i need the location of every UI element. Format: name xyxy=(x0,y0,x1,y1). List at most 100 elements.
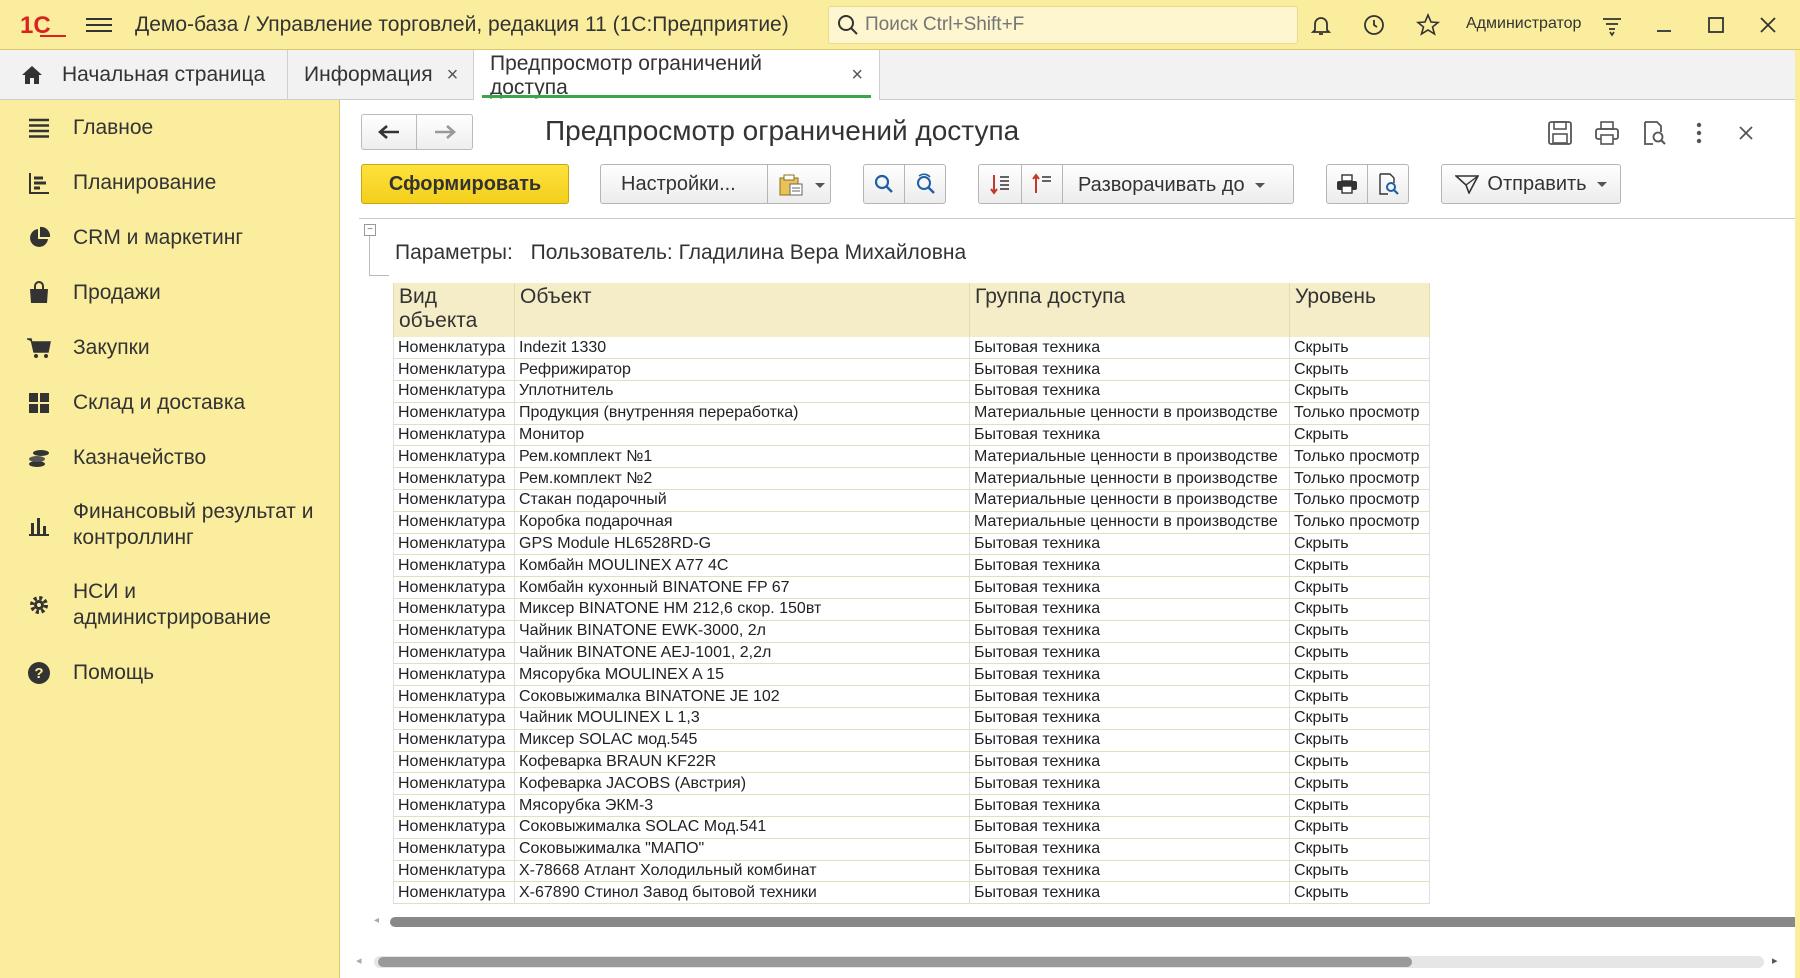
table-row[interactable]: Номенклатура Коробка подарочная Материальн… xyxy=(393,511,1430,534)
table-cell[interactable]: Номенклатура xyxy=(393,554,515,578)
table-row[interactable]: Номенклатура Комбайн MOULINEX A77 4C Бытов… xyxy=(393,554,1430,578)
sidebar-item-main[interactable]: Главное xyxy=(0,100,339,155)
table-cell[interactable]: Бытовая техника xyxy=(969,860,1290,883)
table-row[interactable]: Номенклатура Соковыжималка "МАПО" Бытовая … xyxy=(393,838,1430,861)
find-button[interactable] xyxy=(863,164,905,204)
sidebar-item-admin[interactable]: НСИ и администрирование xyxy=(0,565,339,645)
table-row[interactable]: Номенклатура Монитор Бытовая техника Скрыть xyxy=(393,424,1430,447)
form-horizontal-scrollbar-thumb[interactable] xyxy=(378,957,1412,967)
table-row[interactable]: Номенклатура Уплотнитель Бытовая техника Ск… xyxy=(393,380,1430,403)
table-cell[interactable]: Соковыжималка SOLAC Мод.541 xyxy=(514,816,970,839)
group-collapse-toggle[interactable]: − xyxy=(364,224,376,236)
table-cell[interactable]: Бытовая техника xyxy=(969,642,1290,665)
table-cell[interactable]: Номенклатура xyxy=(393,685,515,709)
table-cell[interactable]: Х-67890 Стинол Завод бытовой техники xyxy=(514,881,970,905)
table-cell[interactable]: Чайник BINATONE EWK-3000, 2л xyxy=(514,620,970,643)
sidebar-item-purchases[interactable]: Закупки xyxy=(0,320,339,375)
table-cell[interactable]: Соковыжималка BINATONE JE 102 xyxy=(514,685,970,709)
star-icon[interactable] xyxy=(1414,11,1442,39)
scroll-right-icon[interactable]: ▸ xyxy=(1772,954,1778,967)
table-cell[interactable]: Номенклатура xyxy=(393,402,515,425)
user-name[interactable]: Администратор xyxy=(1466,15,1581,33)
table-cell[interactable]: Номенклатура xyxy=(393,467,515,491)
table-row[interactable]: Номенклатура Продукция (внутренняя перера… xyxy=(393,402,1430,425)
close-form-icon[interactable] xyxy=(1731,118,1761,148)
sidebar-item-help[interactable]: ? Помощь xyxy=(0,645,339,700)
table-cell[interactable]: Номенклатура xyxy=(393,838,515,861)
table-cell[interactable]: Бытовая техника xyxy=(969,620,1290,643)
table-cell[interactable]: Бытовая техника xyxy=(969,838,1290,861)
tab-home[interactable]: Начальная страница xyxy=(0,50,288,100)
find-next-button[interactable] xyxy=(904,164,946,204)
app-logo[interactable]: 1С xyxy=(20,11,68,39)
table-cell[interactable]: Номенклатура xyxy=(393,751,515,774)
sidebar-item-finance[interactable]: Финансовый результат и контроллинг xyxy=(0,485,339,565)
table-cell[interactable]: Скрыть xyxy=(1289,663,1430,687)
table-cell[interactable]: GPS Module HL6528RD-G xyxy=(514,533,970,556)
table-cell[interactable]: Indezit 1330 xyxy=(514,337,970,360)
table-cell[interactable]: Только просмотр xyxy=(1289,445,1430,469)
report-horizontal-scrollbar[interactable] xyxy=(390,917,1800,927)
table-cell[interactable]: Чайник MOULINEX L 1,3 xyxy=(514,707,970,730)
sidebar-item-sales[interactable]: Продажи xyxy=(0,265,339,320)
table-cell[interactable]: Продукция (внутренняя переработка) xyxy=(514,402,970,425)
table-cell[interactable]: Номенклатура xyxy=(393,511,515,534)
table-cell[interactable]: Номенклатура xyxy=(393,424,515,447)
table-cell[interactable]: Комбайн кухонный BINATONE FP 67 xyxy=(514,576,970,600)
table-cell[interactable]: Бытовая техника xyxy=(969,424,1290,447)
report-document[interactable]: − Параметры: Пользователь: Гладилина Вер… xyxy=(359,218,1800,958)
table-cell[interactable]: Скрыть xyxy=(1289,554,1430,578)
table-cell[interactable]: Мясорубка ЭКМ-3 xyxy=(514,794,970,818)
table-row[interactable]: Номенклатура Миксер SOLAC мод.545 Бытовая … xyxy=(393,729,1430,752)
table-cell[interactable]: Номенклатура xyxy=(393,380,515,403)
table-cell[interactable]: Скрыть xyxy=(1289,576,1430,600)
history-icon[interactable] xyxy=(1360,11,1388,39)
table-cell[interactable]: Бытовая техника xyxy=(969,729,1290,752)
table-cell[interactable]: Скрыть xyxy=(1289,729,1430,752)
table-cell[interactable]: Номенклатура xyxy=(393,598,515,621)
table-cell[interactable]: Стакан подарочный xyxy=(514,489,970,512)
table-cell[interactable]: Бытовая техника xyxy=(969,533,1290,556)
table-cell[interactable]: Скрыть xyxy=(1289,642,1430,665)
table-row[interactable]: Номенклатура Рем.комплект №2 Материальные … xyxy=(393,467,1430,491)
table-cell[interactable]: Уплотнитель xyxy=(514,380,970,403)
table-cell[interactable]: Номенклатура xyxy=(393,576,515,600)
table-row[interactable]: Номенклатура Рем.комплект №1 Материальные … xyxy=(393,445,1430,469)
table-cell[interactable]: Номенклатура xyxy=(393,707,515,730)
send-button[interactable]: Отправить xyxy=(1441,164,1621,204)
table-cell[interactable]: Бытовая техника xyxy=(969,751,1290,774)
table-cell[interactable]: Номенклатура xyxy=(393,772,515,796)
settings-lines-icon[interactable] xyxy=(1598,11,1626,39)
table-cell[interactable]: Номенклатура xyxy=(393,445,515,469)
save-icon[interactable] xyxy=(1545,118,1575,148)
settings-button[interactable]: Настройки... xyxy=(621,173,736,196)
table-cell[interactable]: Скрыть xyxy=(1289,794,1430,818)
table-cell[interactable]: Номенклатура xyxy=(393,816,515,839)
table-cell[interactable]: Номенклатура xyxy=(393,881,515,905)
table-cell[interactable]: Скрыть xyxy=(1289,816,1430,839)
main-menu-icon[interactable] xyxy=(86,14,112,36)
table-cell[interactable]: Материальные ценности в производстве xyxy=(969,511,1290,534)
table-cell[interactable]: Номенклатура xyxy=(393,642,515,665)
table-row[interactable]: Номенклатура Соковыжималка BINATONE JE 10… xyxy=(393,685,1430,709)
table-cell[interactable]: Соковыжималка "МАПО" xyxy=(514,838,970,861)
table-cell[interactable]: Материальные ценности в производстве xyxy=(969,467,1290,491)
tab-access-preview[interactable]: Предпросмотр ограничений доступа × xyxy=(474,50,880,101)
table-cell[interactable]: Скрыть xyxy=(1289,424,1430,447)
table-cell[interactable]: Рем.комплект №2 xyxy=(514,467,970,491)
table-cell[interactable]: Скрыть xyxy=(1289,881,1430,905)
table-cell[interactable]: Бытовая техника xyxy=(969,576,1290,600)
table-cell[interactable]: Скрыть xyxy=(1289,598,1430,621)
table-cell[interactable]: Коробка подарочная xyxy=(514,511,970,534)
table-cell[interactable]: Скрыть xyxy=(1289,620,1430,643)
close-tab-icon[interactable]: × xyxy=(851,64,863,87)
table-cell[interactable]: Бытовая техника xyxy=(969,707,1290,730)
table-cell[interactable]: Рем.комплект №1 xyxy=(514,445,970,469)
table-row[interactable]: Номенклатура Кофеварка BRAUN KF22R Бытовая… xyxy=(393,751,1430,774)
table-cell[interactable]: Материальные ценности в производстве xyxy=(969,489,1290,512)
table-cell[interactable]: Скрыть xyxy=(1289,707,1430,730)
table-cell[interactable]: Бытовая техника xyxy=(969,772,1290,796)
table-cell[interactable]: Номенклатура xyxy=(393,729,515,752)
table-row[interactable]: Номенклатура Мясорубка ЭКМ-3 Бытовая техни… xyxy=(393,794,1430,818)
table-cell[interactable]: Номенклатура xyxy=(393,620,515,643)
